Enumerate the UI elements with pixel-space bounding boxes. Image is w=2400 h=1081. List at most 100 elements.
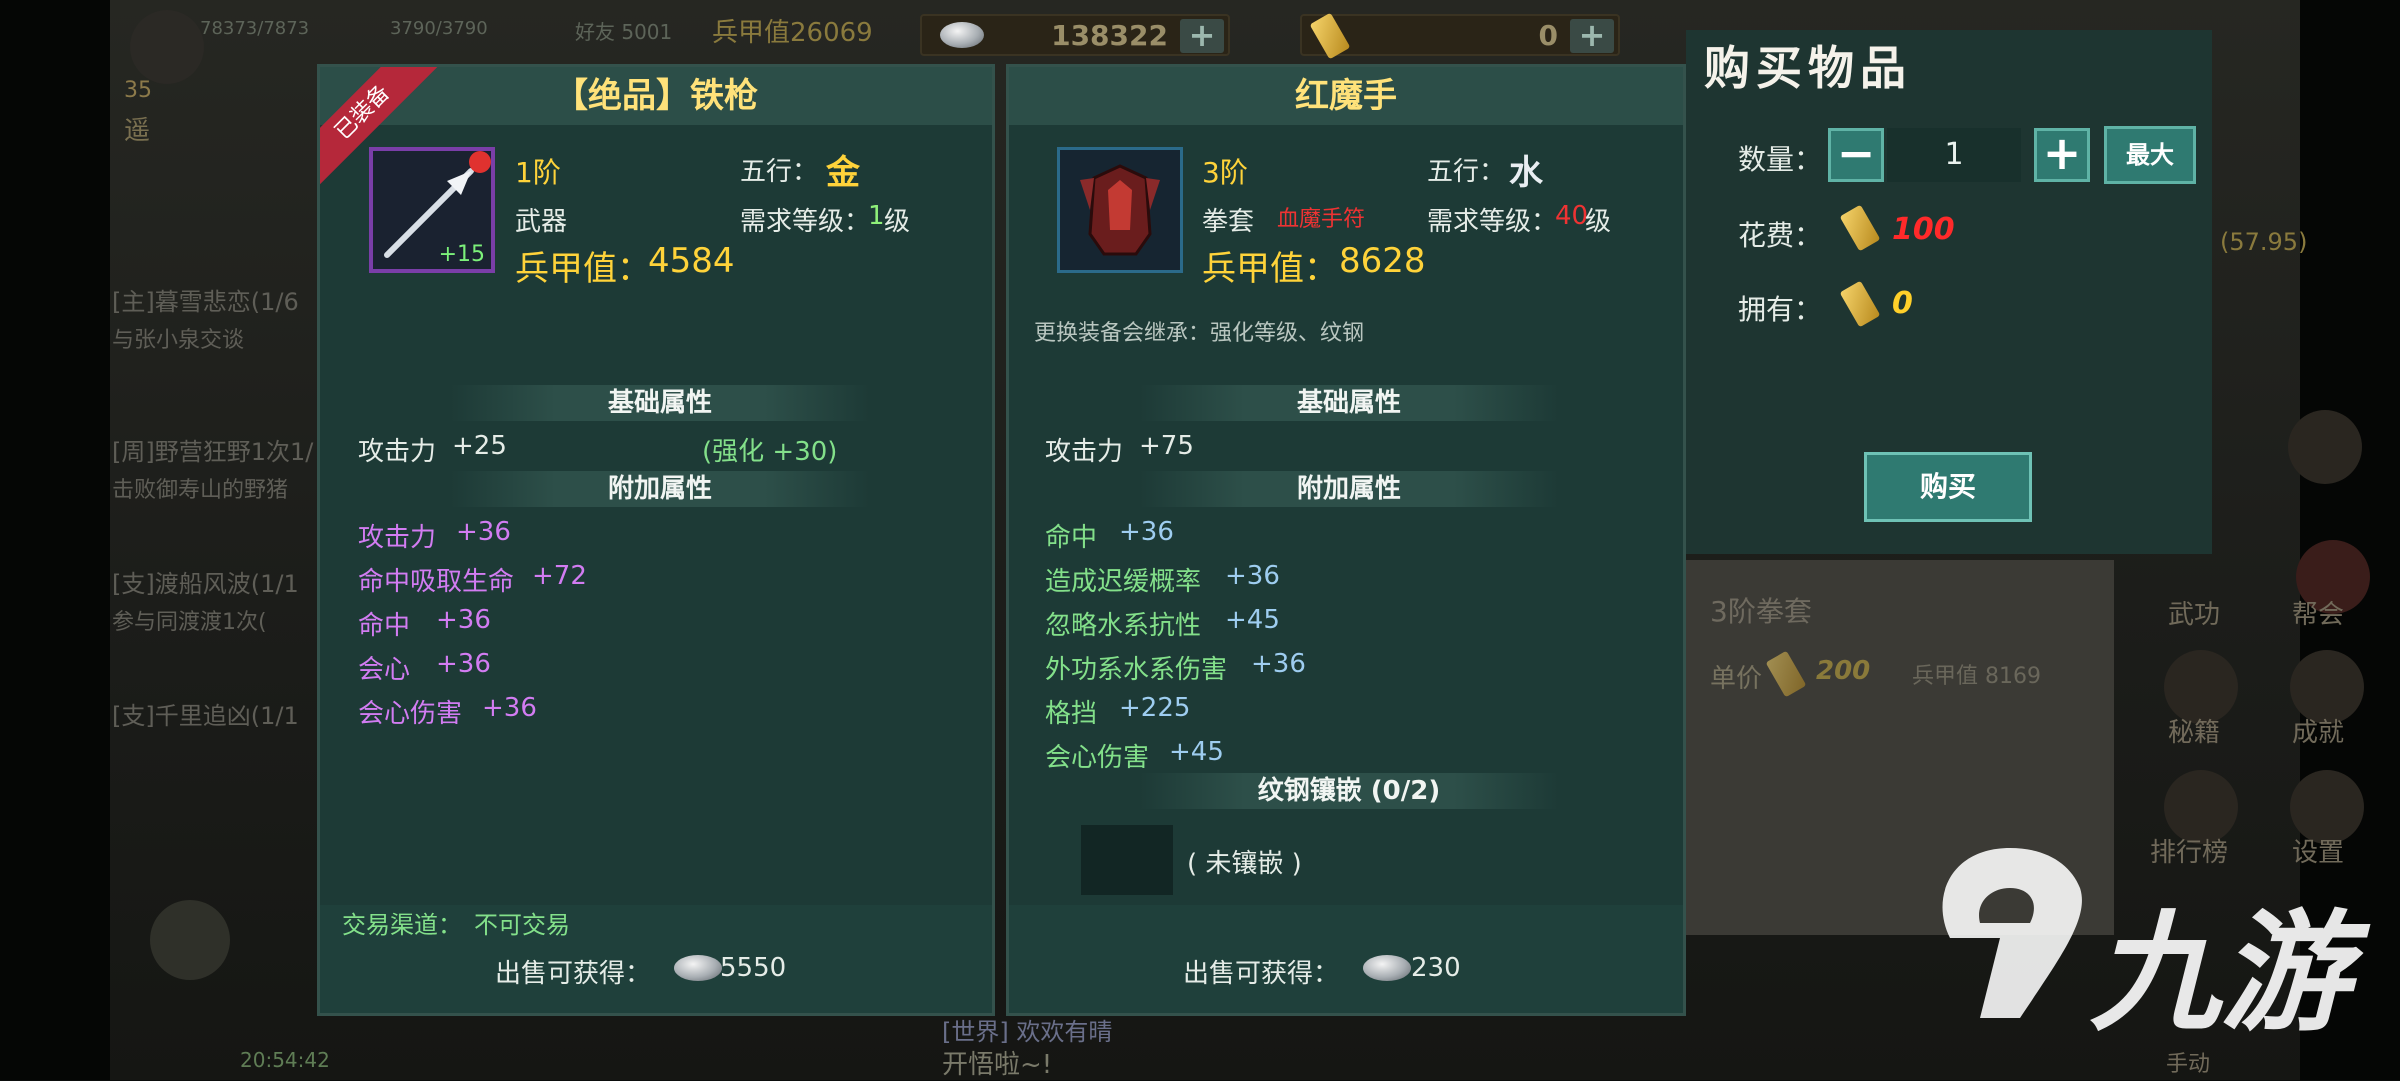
task-1-desc: 与张小泉交谈 xyxy=(112,328,245,353)
req-level-value: 40 xyxy=(1555,201,1589,231)
mp-text: 3790/3790 xyxy=(390,18,488,39)
basic-attr-value: +75 xyxy=(1139,431,1194,461)
combat-power-text: 兵甲值26069 xyxy=(712,18,873,48)
task-3-desc: 参与同渡渡1次( xyxy=(112,610,267,635)
extra-attr-name: 命中吸取生命 xyxy=(358,567,515,597)
site-watermark: 九游 xyxy=(1910,828,2370,1049)
power-label: 兵甲值： xyxy=(1202,249,1338,289)
trade-value: 不可交易 xyxy=(474,911,570,939)
player-avatar[interactable] xyxy=(130,10,204,84)
basic-attr-value: +25 xyxy=(452,431,507,461)
hp-text: 78373/7873 xyxy=(200,18,310,39)
wuxing-label: 五行： xyxy=(1427,157,1506,187)
sell-label: 出售可获得： xyxy=(495,959,652,989)
silver-coin-icon xyxy=(674,955,722,981)
wuxing-water-glyph: 水 xyxy=(1509,153,1543,193)
left-black-bar xyxy=(0,0,110,1080)
shop-price-value: 200 xyxy=(1816,656,1871,686)
glove-graphic xyxy=(1080,164,1160,256)
extra-attr-value: +36 xyxy=(1251,649,1306,679)
glove-armor-icon[interactable] xyxy=(1057,147,1183,273)
extra-attr-name: 会心 xyxy=(358,655,411,685)
req-level-label: 需求等级： xyxy=(1427,207,1558,237)
gold-bar-icon xyxy=(1839,204,1881,252)
extra-attr-name: 会心伤害 xyxy=(358,699,463,729)
item-type: 拳套 xyxy=(1202,207,1255,237)
extra-attr-name: 忽略水系抗性 xyxy=(1045,611,1202,641)
silver-counter: 138322 + xyxy=(920,14,1230,56)
req-level-unit: 级 xyxy=(884,207,911,237)
menu-secret-book[interactable]: 秘籍 xyxy=(2168,712,2220,749)
extra-attr-name: 造成迟缓概率 xyxy=(1045,567,1202,597)
extra-attr-value: +36 xyxy=(482,693,537,723)
extra-attr-header: 附加属性 xyxy=(1139,471,1559,507)
extra-attr-value: +36 xyxy=(1119,517,1174,547)
inlay-header: 纹钢镶嵌 (0/2) xyxy=(1139,773,1559,809)
gold-value: 0 xyxy=(1538,18,1558,52)
quantity-increase-button[interactable]: + xyxy=(2034,128,2090,182)
task-2[interactable]: [周]野营狂野1次1/ xyxy=(112,432,313,467)
extra-attr-name: 命中 xyxy=(1045,523,1098,553)
compare-item-panel: 红魔手 3阶 五行： 水 拳套 血魔手符 需求等级： 40 级 兵甲值： 862… xyxy=(1006,64,1686,1016)
quantity-input[interactable]: 1 xyxy=(1887,128,2021,182)
add-silver-button[interactable]: + xyxy=(1180,19,1224,53)
item-tier: 1阶 xyxy=(515,156,561,189)
task-3[interactable]: [支]渡船风波(1/1 xyxy=(112,564,299,599)
wugong-icon[interactable] xyxy=(2288,410,2362,484)
wuxing-label: 五行： xyxy=(740,157,819,187)
inlay-empty-text: ( 未镶嵌 ) xyxy=(1187,849,1302,879)
sell-label: 出售可获得： xyxy=(1183,959,1340,989)
power-label: 兵甲值： xyxy=(515,249,651,289)
equipped-item-panel: 【绝品】铁枪 已装备 +15 1阶 五行： 金 武器 需求等级： 1 级 兵甲值… xyxy=(317,64,995,1016)
req-level-unit: 级 xyxy=(1585,207,1612,237)
buy-item-panel: 购买物品 数量： − 1 + 最大 花费： 100 拥有： 0 购买 xyxy=(1686,30,2212,554)
basic-attr-header: 基础属性 xyxy=(1139,385,1559,421)
friends-text: 好友 5001 xyxy=(575,20,673,44)
owned-value: 0 xyxy=(1892,286,1913,321)
compare-item-title: 红魔手 xyxy=(1009,67,1683,125)
task-4[interactable]: [支]千里追凶(1/1 xyxy=(112,696,299,731)
extra-attr-value: +36 xyxy=(436,605,491,635)
gem-icon xyxy=(469,151,491,173)
buy-panel-title: 购买物品 xyxy=(1704,41,1912,95)
extra-attr-value: +225 xyxy=(1119,693,1191,723)
menu-wugong[interactable]: 武功 xyxy=(2168,594,2220,631)
quantity-label: 数量： xyxy=(1738,143,1823,176)
wuxing-metal-glyph: 金 xyxy=(826,153,860,193)
extra-attr-value: +36 xyxy=(436,649,491,679)
sell-value: 230 xyxy=(1411,953,1461,983)
item-tier: 3阶 xyxy=(1202,156,1248,189)
spear-icon[interactable]: +15 xyxy=(369,147,495,273)
req-level-label: 需求等级： xyxy=(740,207,871,237)
task-1[interactable]: [主]暮雪悲恋(1/6 xyxy=(112,282,299,317)
extra-attr-name: 会心伤害 xyxy=(1045,743,1150,773)
meditate-icon[interactable] xyxy=(150,900,230,980)
right-value-text: (57.95) xyxy=(2220,228,2308,256)
quantity-decrease-button[interactable]: − xyxy=(1828,128,1884,182)
shop-power: 兵甲值 8169 xyxy=(1912,664,2041,689)
enhance-bonus: (强化 +30) xyxy=(702,437,838,467)
extra-attr-name: 外功系水系伤害 xyxy=(1045,655,1228,685)
buy-button[interactable]: 购买 xyxy=(1864,452,2032,522)
menu-guild[interactable]: 帮会 xyxy=(2292,594,2344,631)
extra-attr-name: 格挡 xyxy=(1045,699,1098,729)
extra-attr-name: 攻击力 xyxy=(358,523,437,553)
silver-coin-icon xyxy=(1363,955,1411,981)
menu-achievement[interactable]: 成就 xyxy=(2292,712,2344,749)
trade-label: 交易渠道： xyxy=(342,911,462,939)
basic-attr-header: 基础属性 xyxy=(450,385,870,421)
max-quantity-button[interactable]: 最大 xyxy=(2104,126,2196,184)
req-level-value: 1 xyxy=(868,201,885,231)
enhance-level: +15 xyxy=(438,242,485,267)
extra-attr-value: +36 xyxy=(456,517,511,547)
basic-attr-name: 攻击力 xyxy=(1045,437,1124,467)
inlay-socket[interactable] xyxy=(1081,825,1173,895)
sell-value: 5550 xyxy=(720,953,787,983)
panel-footer: 出售可获得： 230 xyxy=(1009,905,1683,1013)
player-level: 35 xyxy=(124,78,152,103)
extra-attr-value: +36 xyxy=(1225,561,1280,591)
item-type: 武器 xyxy=(515,207,568,237)
add-gold-button[interactable]: + xyxy=(1570,19,1614,53)
shop-gold-icon xyxy=(1765,650,1807,698)
cost-value: 100 xyxy=(1892,212,1955,247)
